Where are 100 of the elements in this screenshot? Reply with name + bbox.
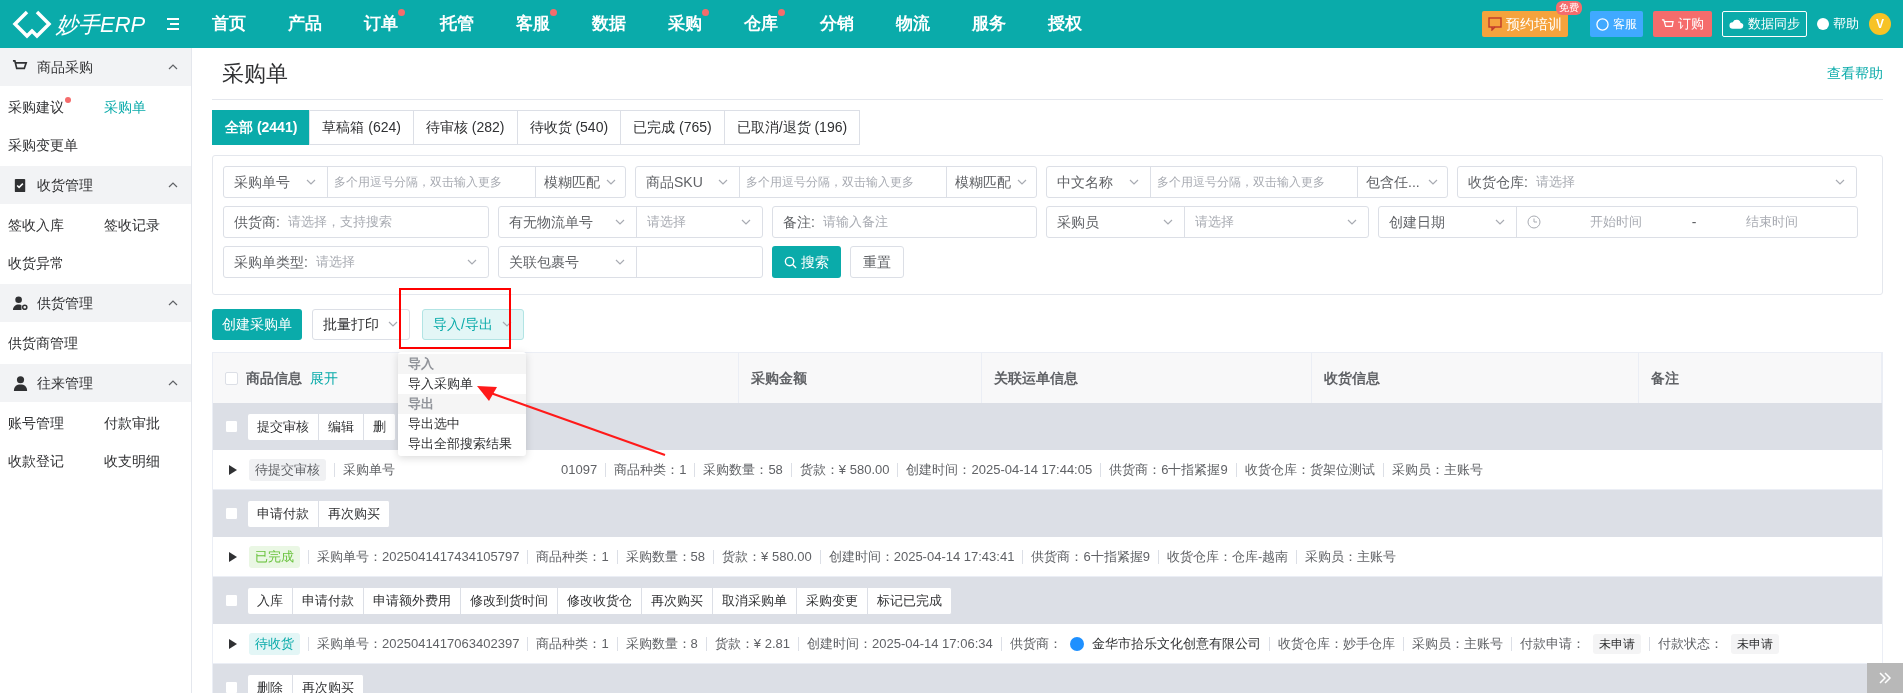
sidebar-section-header[interactable]: 往来管理	[0, 364, 191, 402]
sidebar-section-header[interactable]: 收货管理	[0, 166, 191, 204]
select-field[interactable]: 供货商: 请选择，支持搜索	[223, 206, 489, 238]
action-button[interactable]: 修改收货仓	[558, 587, 642, 614]
select-field[interactable]: 备注: 请输入备注	[772, 206, 1037, 238]
expand-triangle-icon[interactable]	[229, 551, 237, 562]
order-field: 货款：¥ 2.81	[714, 633, 790, 654]
order-field: 采购数量：8	[625, 633, 698, 654]
sidebar-item[interactable]: 采购变更单	[0, 126, 96, 164]
checkbox[interactable]	[225, 507, 238, 520]
sidebar-item[interactable]: 供货商管理	[0, 324, 96, 362]
tab[interactable]: 待审核 (282)	[412, 110, 518, 145]
filter-field[interactable]: 中文名称 多个用逗号分隔，双击输入更多 包含任...	[1046, 166, 1448, 198]
action-button[interactable]: 申请额外费用	[364, 587, 461, 614]
tab[interactable]: 草稿箱 (624)	[309, 110, 414, 145]
action-button[interactable]: 标记已完成	[868, 587, 952, 614]
match-select[interactable]: 模糊匹配	[535, 167, 625, 197]
reset-button[interactable]: 重置	[850, 246, 904, 278]
match-select[interactable]: 包含任...	[1357, 167, 1447, 197]
checkbox[interactable]	[225, 420, 238, 433]
column-header: 关联运单信息	[994, 368, 1078, 388]
action-button[interactable]: 再次购买	[642, 587, 713, 614]
supplier-logo-icon	[1069, 636, 1084, 651]
sidebar-item[interactable]: 收货异常	[0, 244, 96, 282]
order-field: 收货仓库：仓库-越南	[1166, 546, 1289, 567]
page-title: 采购单	[222, 60, 288, 88]
logo-icon	[12, 9, 52, 39]
expand-triangle-icon[interactable]	[229, 638, 237, 649]
menu-icon[interactable]	[165, 16, 182, 32]
order-field: 创建时间：2025-04-14 17:44:05	[906, 459, 1093, 480]
tab[interactable]: 待收货 (540)	[516, 110, 622, 145]
column-header: 商品信息	[246, 368, 302, 388]
action-button[interactable]: 采购变更	[797, 587, 868, 614]
payment-tag: 未申请	[1730, 633, 1779, 654]
menu-item[interactable]: 导出选中	[398, 414, 526, 434]
select-field[interactable]: 中文名称	[1047, 167, 1151, 197]
cloud-icon	[1729, 18, 1744, 30]
order-field: 付款申请：	[1519, 633, 1585, 654]
logo-text: 妙手ERP	[56, 10, 146, 39]
order-field: 01097	[561, 459, 598, 480]
sidebar-item[interactable]: 收款登记	[0, 442, 96, 480]
free-badge: 免费	[1556, 1, 1582, 15]
order-field: 收货仓库：货架位测试	[1244, 459, 1375, 480]
order-field: 采购单号	[343, 459, 395, 480]
search-icon	[784, 255, 797, 269]
collapse-button[interactable]	[1867, 663, 1903, 693]
search-input[interactable]: 多个用逗号分隔，双击输入更多	[740, 167, 946, 197]
column-header: 备注	[1651, 368, 1679, 388]
order-field: 创建时间：2025-04-14 17:43:41	[828, 546, 1015, 567]
search-input[interactable]: 多个用逗号分隔，双击输入更多	[328, 167, 535, 197]
order-field: 商品种类：1	[536, 546, 609, 567]
sidebar-item[interactable]: 收支明细	[95, 442, 191, 480]
tab[interactable]: 已取消/退货 (196)	[723, 110, 861, 145]
status-tag: 待提交审核	[249, 458, 326, 481]
checkbox[interactable]	[225, 594, 238, 607]
checkbox[interactable]	[225, 371, 238, 385]
tab[interactable]: 已完成 (765)	[620, 110, 725, 145]
order-field: 采购单号：2025041417434105797	[317, 546, 520, 567]
sidebar-item[interactable]: 签收记录	[95, 206, 191, 244]
action-button[interactable]: 删除	[248, 674, 293, 693]
sidebar-item[interactable]: 付款审批	[95, 404, 191, 442]
sidebar-item[interactable]: 账号管理	[0, 404, 96, 442]
match-select[interactable]: 模糊匹配	[946, 167, 1036, 197]
search-input[interactable]: 多个用逗号分隔，双击输入更多	[1151, 167, 1357, 197]
action-button[interactable]: 申请付款	[248, 500, 319, 527]
order-field: 金华市拾乐文化创意有限公司	[1091, 633, 1261, 654]
order-field: 商品种类：1	[614, 459, 687, 480]
filter-field[interactable]: 商品SKU 多个用逗号分隔，双击输入更多 模糊匹配	[635, 166, 1037, 198]
action-button[interactable]: 删	[364, 413, 396, 440]
sidebar-item[interactable]: 签收入库	[0, 206, 96, 244]
menu-item[interactable]: 导出全部搜索结果	[398, 434, 526, 454]
action-button[interactable]: 再次购买	[319, 500, 390, 527]
person-icon	[12, 374, 29, 392]
action-button[interactable]: 入库	[248, 587, 293, 614]
select-field[interactable]: 收货仓库: 请选择	[1457, 166, 1857, 198]
filter-field[interactable]: 采购单号 多个用逗号分隔，双击输入更多 模糊匹配	[223, 166, 626, 198]
action-button[interactable]: 再次购买	[293, 674, 364, 693]
order-field: 供货商：6十指紧握9	[1031, 546, 1150, 567]
menu-item[interactable]: 导入采购单	[398, 374, 526, 394]
select-field[interactable]: 采购单号	[224, 167, 328, 197]
order-field: 采购员：主账号	[1411, 633, 1503, 654]
order-field: 货款：¥ 580.00	[722, 546, 812, 567]
sidebar-section-header[interactable]: 供货管理	[0, 284, 191, 322]
select-field[interactable]: 商品SKU	[636, 167, 740, 197]
action-button[interactable]: 修改到货时间	[461, 587, 558, 614]
sidebar-section-header[interactable]: 商品采购	[0, 48, 191, 86]
action-button[interactable]: 编辑	[319, 413, 364, 440]
sidebar-item[interactable]: 采购建议	[0, 88, 96, 126]
chat-icon	[1488, 17, 1502, 31]
select-field[interactable]: 采购单类型: 请选择	[223, 246, 489, 278]
batch-print-button[interactable]: 批量打印	[312, 308, 410, 340]
action-button[interactable]: 申请付款	[293, 587, 364, 614]
action-button[interactable]: 取消采购单	[713, 587, 797, 614]
order-field: 采购数量：58	[625, 546, 706, 567]
payment-tag: 未申请	[1592, 633, 1641, 654]
expand-triangle-icon[interactable]	[229, 464, 237, 475]
order-field: 采购单号：2025041417063402397	[317, 633, 520, 654]
order-field: 付款状态：	[1657, 633, 1723, 654]
checkbox[interactable]	[225, 681, 238, 693]
action-button[interactable]: 提交审核	[248, 413, 319, 440]
